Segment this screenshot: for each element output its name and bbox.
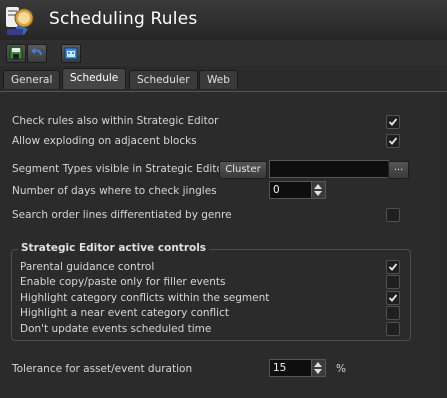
- save-button[interactable]: [6, 44, 26, 63]
- dont-update-time-checkbox[interactable]: [386, 322, 400, 336]
- save-icon: [9, 46, 23, 60]
- checkmark-icon: [388, 137, 398, 145]
- days-jingles-label: Number of days where to check jingles: [12, 185, 217, 197]
- checkmark-icon: [388, 118, 398, 126]
- calendar-icon: [64, 47, 78, 60]
- tolerance-unit: %: [336, 363, 346, 375]
- tolerance-input[interactable]: 15: [269, 359, 312, 377]
- increment-arrow-icon[interactable]: [314, 184, 322, 189]
- schedule-panel: Check rules also within Strategic Editor…: [0, 92, 447, 398]
- tab-bar: General Schedule Scheduler Web: [0, 66, 447, 92]
- undo-button[interactable]: [27, 44, 47, 63]
- copy-paste-filler-checkbox[interactable]: [386, 275, 400, 289]
- highlight-near-conflict-label: Highlight a near event category conflict: [20, 307, 229, 319]
- highlight-near-conflict-checkbox[interactable]: [386, 306, 400, 320]
- tolerance-stepper[interactable]: [312, 359, 326, 377]
- segment-types-browse-button[interactable]: ...: [388, 161, 409, 179]
- decrement-arrow-icon[interactable]: [314, 191, 322, 196]
- allow-exploding-checkbox[interactable]: [386, 134, 400, 148]
- cluster-button[interactable]: Cluster: [219, 161, 267, 179]
- segment-types-label: Segment Types visible in Strategic Edito…: [12, 163, 228, 175]
- highlight-category-conflicts-checkbox[interactable]: [386, 291, 400, 305]
- highlight-category-conflicts-label: Highlight category conflicts within the …: [20, 292, 270, 304]
- copy-paste-filler-label: Enable copy/paste only for filler events: [20, 276, 226, 288]
- search-genre-checkbox[interactable]: [386, 208, 400, 222]
- parental-guidance-label: Parental guidance control: [20, 261, 155, 273]
- increment-arrow-icon[interactable]: [314, 362, 322, 367]
- window-title: Scheduling Rules: [49, 9, 198, 29]
- segment-types-field[interactable]: [269, 160, 389, 178]
- check-rules-strategic-checkbox[interactable]: [386, 115, 400, 129]
- tab-web[interactable]: Web: [199, 70, 238, 89]
- decrement-arrow-icon[interactable]: [314, 369, 322, 374]
- calendar-button[interactable]: [61, 44, 81, 63]
- tolerance-label: Tolerance for asset/event duration: [12, 363, 193, 375]
- dont-update-time-label: Don't update events scheduled time: [20, 323, 212, 335]
- days-jingles-stepper[interactable]: [312, 181, 326, 199]
- scheduling-app-icon: [6, 7, 34, 35]
- tab-scheduler[interactable]: Scheduler: [129, 70, 198, 89]
- strategic-controls-title: Strategic Editor active controls: [18, 242, 210, 254]
- search-genre-label: Search order lines differentiated by gen…: [12, 209, 232, 221]
- parental-guidance-checkbox[interactable]: [386, 260, 400, 274]
- days-jingles-input[interactable]: 0: [269, 181, 312, 199]
- checkmark-icon: [388, 263, 398, 271]
- undo-icon: [31, 48, 42, 56]
- check-rules-strategic-label: Check rules also within Strategic Editor: [12, 115, 219, 127]
- allow-exploding-label: Allow exploding on adjacent blocks: [12, 135, 197, 147]
- checkmark-icon: [388, 294, 398, 302]
- tab-general[interactable]: General: [3, 70, 61, 89]
- tab-schedule[interactable]: Schedule: [62, 68, 127, 89]
- toolbar: [0, 40, 447, 66]
- title-bar: Scheduling Rules: [0, 0, 447, 40]
